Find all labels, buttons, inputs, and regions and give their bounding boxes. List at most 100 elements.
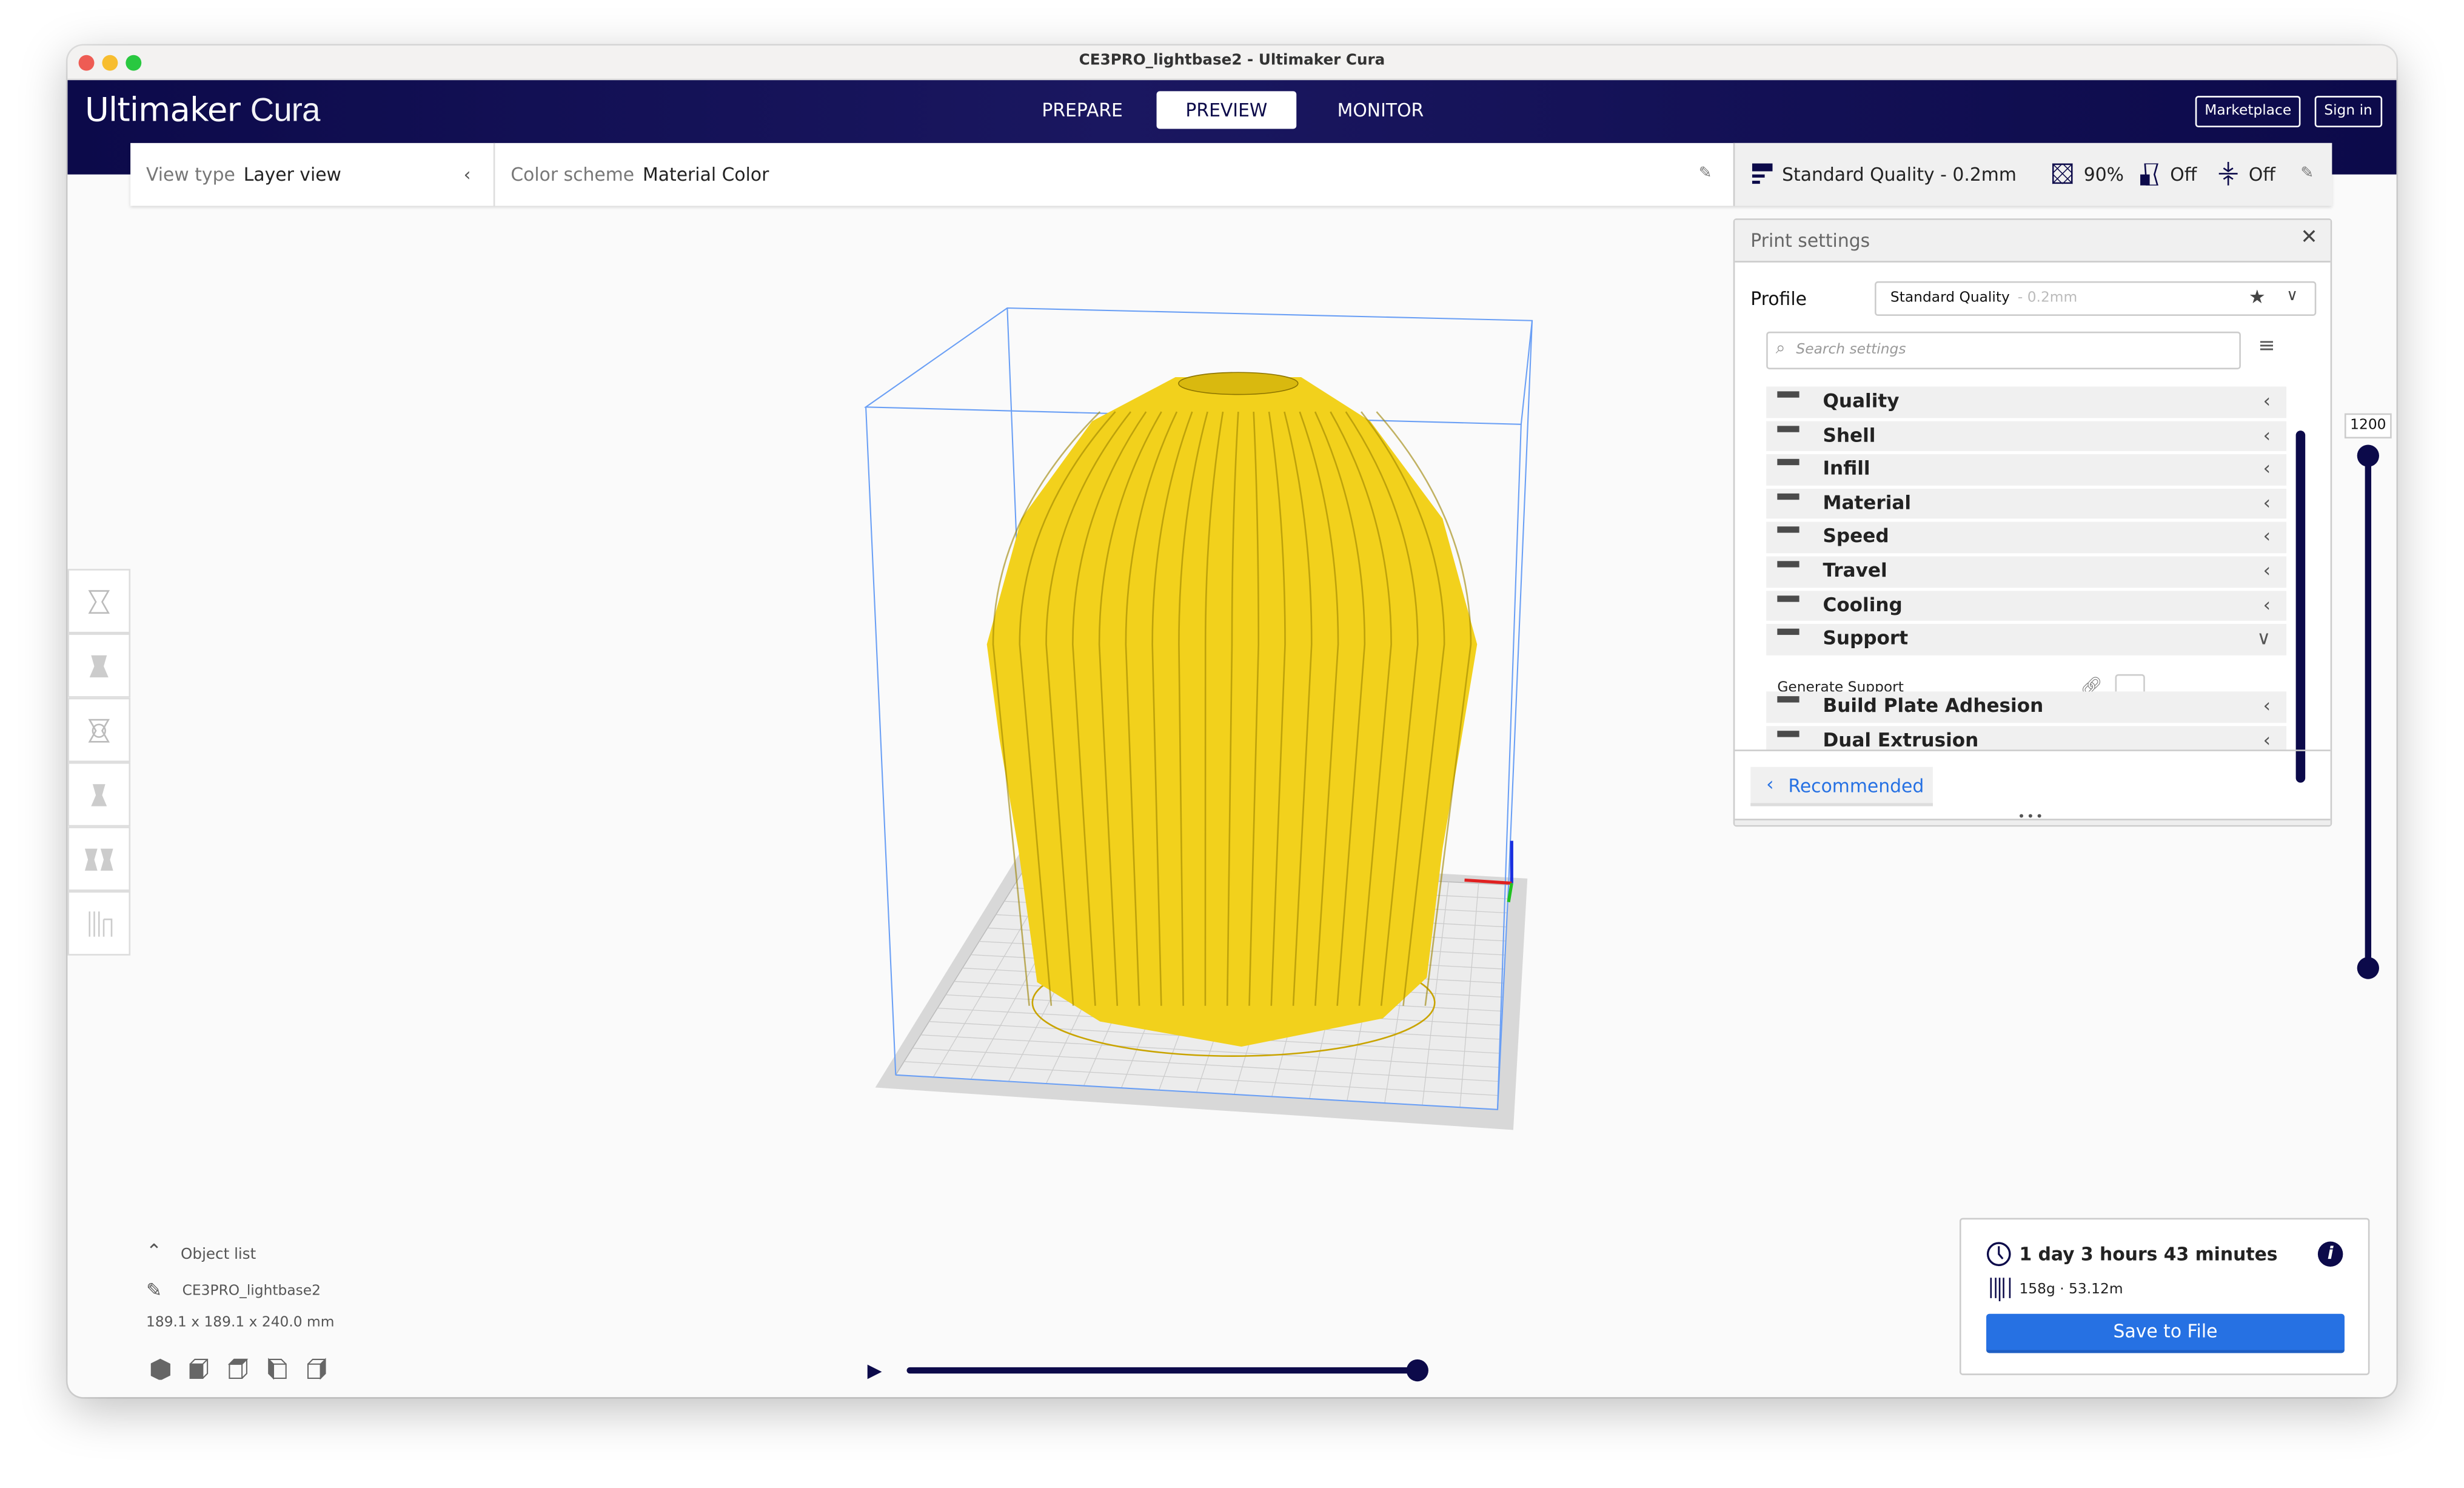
category-label: Build Plate Adhesion bbox=[1823, 695, 2044, 717]
object-list-toggle[interactable]: Object list bbox=[181, 1246, 256, 1264]
profile-select[interactable]: Standard Quality - 0.2mm ★ ∨ bbox=[1875, 281, 2317, 316]
per-model-settings-button[interactable] bbox=[67, 826, 131, 891]
infill-icon bbox=[1777, 459, 1799, 481]
category-label: Infill bbox=[1823, 457, 1870, 480]
sign-in-button[interactable]: Sign in bbox=[2314, 96, 2382, 127]
chevron-left-icon: ‹ bbox=[2263, 457, 2271, 480]
drag-dots-icon: ••• bbox=[2017, 809, 2045, 824]
3d-view-icon bbox=[150, 1358, 170, 1380]
layer-slider-track[interactable] bbox=[2365, 455, 2372, 968]
chevron-left-icon: ‹ bbox=[2263, 491, 2271, 514]
view-type-select[interactable]: Layer view bbox=[244, 164, 341, 186]
path-slider-track[interactable] bbox=[906, 1367, 1418, 1374]
material-usage: 158g · 53.12m bbox=[2019, 1282, 2123, 1298]
category-label: Dual Extrusion bbox=[1823, 729, 1979, 750]
print-setup-summary[interactable]: Standard Quality - 0.2mm 90% Off Off ✎ bbox=[1733, 142, 2332, 206]
color-scheme-select[interactable]: Material Color bbox=[643, 164, 769, 186]
category-label: Support bbox=[1823, 627, 1909, 649]
material-icon bbox=[1990, 1278, 2011, 1302]
settings-menu-icon[interactable]: ≡ bbox=[2258, 335, 2275, 358]
object-name[interactable]: CE3PRO_lightbase2 bbox=[182, 1284, 321, 1300]
tab-preview[interactable]: PREVIEW bbox=[1156, 91, 1297, 129]
recommended-button[interactable]: ‹ Recommended bbox=[1750, 766, 1933, 806]
mirror-tool-button[interactable] bbox=[67, 762, 131, 827]
camera-view-buttons[interactable] bbox=[150, 1358, 347, 1380]
profile-suffix: - 0.2mm bbox=[2017, 290, 2078, 307]
save-to-file-button[interactable]: Save to File bbox=[1986, 1313, 2345, 1353]
support-value: Off bbox=[2170, 163, 2197, 186]
path-slider-handle[interactable] bbox=[1406, 1359, 1428, 1382]
support-blocker-button[interactable] bbox=[67, 891, 131, 956]
print-time: 1 day 3 hours 43 minutes bbox=[2019, 1243, 2278, 1265]
chevron-left-icon: ‹ bbox=[2263, 525, 2271, 548]
view-type-label: View type bbox=[146, 163, 235, 186]
settings-category-infill[interactable]: Infill ‹ bbox=[1766, 454, 2287, 486]
settings-category-material[interactable]: Material ‹ bbox=[1766, 488, 2287, 520]
settings-scrollbar[interactable] bbox=[2295, 431, 2306, 783]
category-label: Travel bbox=[1823, 559, 1887, 581]
infill-value: 90% bbox=[2083, 163, 2124, 186]
panel-resize-handle[interactable]: ••• bbox=[1735, 809, 2331, 825]
chevron-left-icon: ‹ bbox=[2263, 423, 2271, 446]
pencil-icon[interactable]: ✎ bbox=[146, 1279, 162, 1301]
shell-icon bbox=[1777, 425, 1799, 447]
pencil-icon[interactable]: ✎ bbox=[1699, 165, 1712, 183]
logo-main: Ultimaker bbox=[84, 91, 241, 129]
chevron-down-icon: ∨ bbox=[2257, 627, 2271, 649]
chevron-left-icon: ‹ bbox=[2263, 389, 2271, 412]
pencil-icon[interactable]: ✎ bbox=[2300, 165, 2314, 183]
logo-sub: Cura bbox=[250, 92, 321, 129]
info-icon[interactable]: i bbox=[2317, 1241, 2343, 1267]
settings-category-dual-extrusion[interactable]: Dual Extrusion ‹ bbox=[1766, 726, 2287, 750]
quality-icon bbox=[1752, 163, 1773, 184]
chevron-up-icon[interactable]: ⌃ bbox=[146, 1240, 162, 1262]
divider bbox=[1735, 749, 2331, 751]
chevron-left-icon[interactable]: ‹ bbox=[464, 164, 471, 186]
support-icon bbox=[1777, 629, 1799, 651]
close-icon[interactable]: ✕ bbox=[2300, 226, 2317, 250]
screen: CE3PRO_lightbase2 - Ultimaker Cura Ultim… bbox=[0, 0, 2464, 1488]
layer-slider-bottom-handle[interactable] bbox=[2357, 957, 2379, 979]
tab-monitor[interactable]: MONITOR bbox=[1315, 91, 1445, 129]
search-placeholder: Search settings bbox=[1796, 343, 1906, 358]
rotate-tool-button[interactable] bbox=[67, 697, 131, 763]
model-top-opening bbox=[1178, 372, 1299, 395]
right-view-icon bbox=[307, 1358, 326, 1380]
scale-tool-button[interactable] bbox=[67, 633, 131, 698]
adhesion-value: Off bbox=[2248, 163, 2275, 186]
settings-category-speed[interactable]: Speed ‹ bbox=[1766, 522, 2287, 554]
category-label: Material bbox=[1823, 491, 1912, 514]
chevron-left-icon: ‹ bbox=[2263, 559, 2271, 581]
settings-category-shell[interactable]: Shell ‹ bbox=[1766, 420, 2287, 452]
layer-slider-top-handle[interactable] bbox=[2357, 444, 2379, 467]
adhesion-icon bbox=[1777, 697, 1799, 719]
adhesion-icon bbox=[2218, 161, 2238, 186]
profile-name: Standard Quality bbox=[1890, 290, 2010, 307]
tab-prepare[interactable]: PREPARE bbox=[1020, 91, 1145, 129]
view-toolbar: View type Layer view ‹ Color scheme Mate… bbox=[130, 142, 2332, 206]
settings-category-quality[interactable]: Quality ‹ bbox=[1766, 386, 2287, 418]
panel-title: Print settings bbox=[1750, 229, 1870, 252]
settings-category-travel[interactable]: Travel ‹ bbox=[1766, 556, 2287, 588]
tool-sidebar bbox=[67, 569, 132, 956]
settings-category-support[interactable]: Support ∨ bbox=[1766, 624, 2287, 655]
layer-value-label: 1200 bbox=[2344, 413, 2392, 439]
top-view-icon bbox=[227, 1358, 249, 1379]
chevron-left-icon: ‹ bbox=[2263, 729, 2271, 750]
settings-category-cooling[interactable]: Cooling ‹ bbox=[1766, 590, 2287, 622]
category-label: Quality bbox=[1823, 389, 1900, 412]
category-label: Shell bbox=[1823, 423, 1876, 446]
category-label: Speed bbox=[1823, 525, 1889, 548]
panel-header: Print settings ✕ bbox=[1735, 220, 2331, 263]
settings-category-build-plate-adhesion[interactable]: Build Plate Adhesion ‹ bbox=[1766, 692, 2287, 723]
translate-tool-button[interactable] bbox=[67, 569, 131, 634]
divider bbox=[493, 142, 495, 206]
marketplace-button[interactable]: Marketplace bbox=[2195, 96, 2301, 127]
print-info-panel: 1 day 3 hours 43 minutes i 158g · 53.12m… bbox=[1959, 1218, 2370, 1375]
front-view-icon bbox=[189, 1358, 209, 1379]
cooling-icon bbox=[1777, 595, 1799, 617]
search-settings-input[interactable]: ⌕ Search settings bbox=[1766, 331, 2241, 370]
settings-list: Generate Support 🔗︎ Quality ‹ Shell ‹ Infill… bbox=[1735, 383, 2330, 750]
play-button[interactable]: ▶ bbox=[868, 1359, 882, 1381]
star-icon[interactable]: ★ bbox=[2249, 286, 2266, 308]
